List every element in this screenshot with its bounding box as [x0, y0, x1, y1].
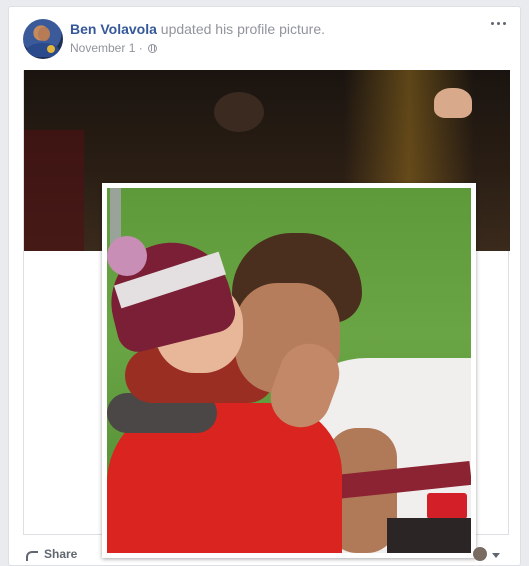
- profile-update-media[interactable]: [23, 70, 510, 558]
- viewer-avatar: [473, 547, 487, 561]
- post-actions-bar: Share: [23, 545, 509, 565]
- feed-post: Ben Volavola updated his profile picture…: [8, 6, 521, 566]
- post-headline: Ben Volavola updated his profile picture…: [70, 21, 325, 37]
- author-avatar[interactable]: [23, 19, 63, 59]
- share-label: Share: [44, 547, 78, 561]
- globe-icon[interactable]: [148, 44, 158, 53]
- more-options-icon[interactable]: [490, 17, 508, 29]
- profile-picture-frame[interactable]: [102, 183, 476, 558]
- share-icon: [26, 551, 38, 561]
- post-meta: November 1 ·: [70, 41, 158, 55]
- audience-selector-icon[interactable]: [473, 547, 505, 563]
- author-name-link[interactable]: Ben Volavola: [70, 21, 157, 37]
- post-date-link[interactable]: November 1: [70, 41, 135, 55]
- share-button[interactable]: Share: [26, 547, 77, 561]
- meta-separator: ·: [135, 41, 147, 55]
- post-action-text: updated his profile picture.: [156, 21, 325, 37]
- profile-picture[interactable]: [107, 188, 471, 553]
